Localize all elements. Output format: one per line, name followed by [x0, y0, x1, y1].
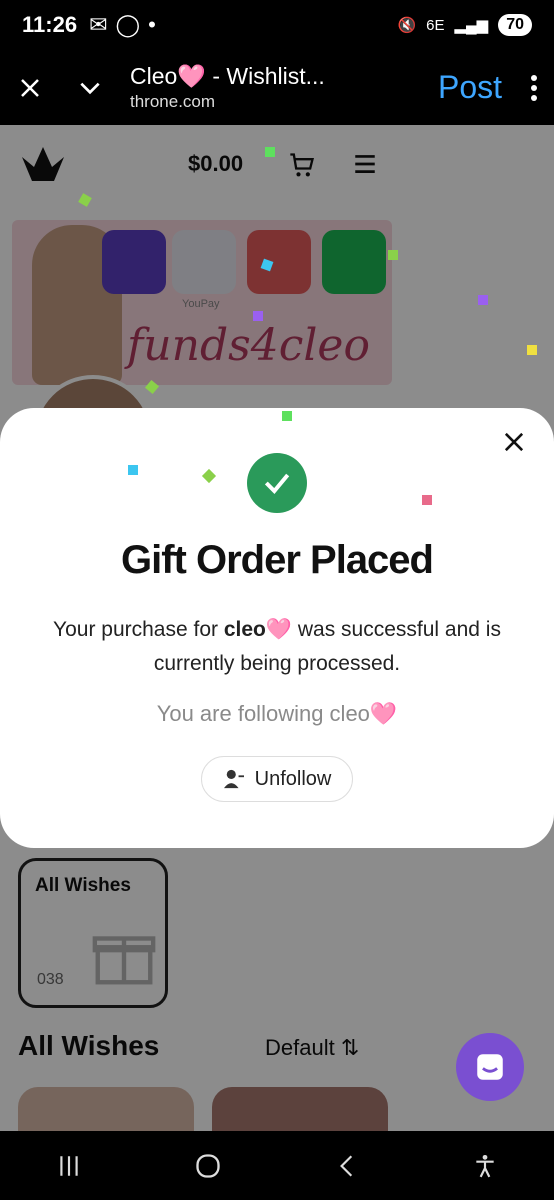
home-icon[interactable]: [194, 1152, 222, 1180]
status-time: 11:26: [22, 12, 78, 37]
dot-icon: •: [148, 12, 156, 37]
post-button[interactable]: Post: [438, 69, 502, 106]
user-minus-icon: [223, 769, 244, 789]
web-page: $0.00 YouPay funds4cleo All Wishes 038 A…: [0, 125, 554, 1131]
close-icon: [504, 432, 524, 452]
more-vert-icon: [531, 74, 537, 101]
unfollow-label: Unfollow: [254, 767, 332, 790]
message-prefix: Your purchase for: [53, 618, 224, 641]
unfollow-button[interactable]: Unfollow: [201, 756, 353, 802]
confetti: [478, 295, 488, 305]
chevron-down-icon: [80, 82, 100, 94]
close-icon: [21, 78, 39, 97]
modal-title: Gift Order Placed: [121, 538, 434, 582]
close-tab-button[interactable]: [0, 58, 60, 118]
message-name: cleo🩷: [223, 618, 293, 641]
collapse-button[interactable]: [60, 58, 120, 118]
status-bar: 11:26 ✉ ◯ • 🔇 6E ▂▄▆ 70: [0, 0, 554, 50]
network-label: 6E: [426, 16, 445, 34]
mute-icon: 🔇: [397, 17, 417, 34]
following-text: You are following cleo🩷: [156, 701, 398, 726]
close-modal-button[interactable]: [500, 428, 528, 456]
more-button[interactable]: [514, 58, 554, 118]
confetti: [128, 465, 138, 475]
browser-toolbar: Cleo🩷 - Wishlist... throne.com Post: [0, 50, 554, 125]
modal-message: Your purchase for cleo🩷 was successful a…: [40, 613, 514, 681]
confetti: [422, 495, 432, 505]
check-icon: [264, 473, 290, 494]
chat-icon: [477, 1054, 503, 1080]
confetti: [527, 345, 537, 355]
page-title: Cleo🩷 - Wishlist...: [130, 63, 325, 89]
chat-button[interactable]: [456, 1033, 524, 1101]
back-icon[interactable]: [334, 1153, 360, 1179]
confetti: [253, 311, 263, 321]
confetti: [265, 147, 275, 157]
battery-indicator: 70: [498, 14, 532, 36]
system-nav-bar: [0, 1131, 554, 1200]
mail-icon: ✉: [89, 12, 108, 37]
order-modal: Gift Order Placed Your purchase for cleo…: [0, 408, 554, 848]
page-title-area: Cleo🩷 - Wishlist... throne.com: [120, 63, 438, 112]
confetti: [282, 411, 292, 421]
signal-icon: ▂▄▆: [454, 17, 489, 34]
confetti: [388, 250, 398, 260]
message-icon: ◯: [115, 12, 141, 37]
success-badge: [247, 453, 307, 513]
page-url: throne.com: [130, 92, 216, 111]
recents-icon[interactable]: [56, 1153, 82, 1179]
accessibility-icon[interactable]: [472, 1153, 498, 1179]
